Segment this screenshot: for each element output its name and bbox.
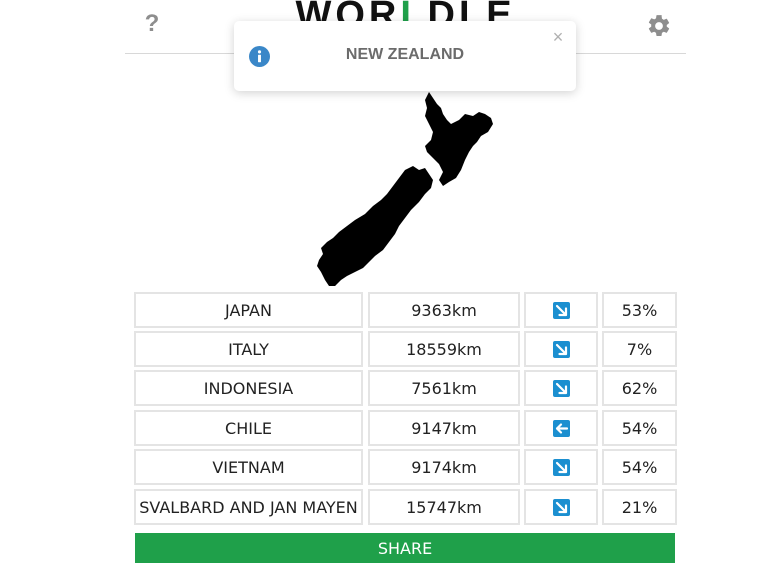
guess-direction xyxy=(524,370,598,406)
direction-arrow-icon xyxy=(552,498,570,516)
guess-country: CHILE xyxy=(134,410,363,446)
direction-arrow-icon xyxy=(552,301,570,319)
guess-proximity: 62% xyxy=(602,370,677,406)
guess-distance: 18559km xyxy=(368,331,520,367)
guess-proximity: 54% xyxy=(602,449,677,485)
guess-country: SVALBARD AND JAN MAYEN xyxy=(134,489,363,525)
guess-country: ITALY xyxy=(134,331,363,367)
guess-country: INDONESIA xyxy=(134,370,363,406)
direction-arrow-icon xyxy=(552,340,570,358)
answer-toast: NEW ZEALAND × xyxy=(234,21,576,91)
direction-arrow-icon xyxy=(552,379,570,397)
guess-direction xyxy=(524,292,598,328)
guess-distance: 9174km xyxy=(368,449,520,485)
guess-distance: 7561km xyxy=(368,370,520,406)
country-silhouette xyxy=(317,92,493,286)
guess-country: VIETNAM xyxy=(134,449,363,485)
direction-arrow-icon xyxy=(552,419,570,437)
guess-distance: 9147km xyxy=(368,410,520,446)
info-icon xyxy=(249,46,270,67)
guess-distance: 15747km xyxy=(368,489,520,525)
direction-arrow-icon xyxy=(552,458,570,476)
guess-distance: 9363km xyxy=(368,292,520,328)
south-island-shape xyxy=(317,166,433,286)
guess-direction xyxy=(524,410,598,446)
guess-direction xyxy=(524,331,598,367)
toast-message: NEW ZEALAND xyxy=(345,46,465,63)
guess-proximity: 54% xyxy=(602,410,677,446)
guess-proximity: 7% xyxy=(602,331,677,367)
north-island-shape xyxy=(425,92,493,186)
guess-direction xyxy=(524,449,598,485)
guess-proximity: 53% xyxy=(602,292,677,328)
guess-proximity: 21% xyxy=(602,489,677,525)
share-button[interactable]: SHARE xyxy=(135,533,675,563)
gear-icon xyxy=(648,15,670,36)
guess-direction xyxy=(524,489,598,525)
close-icon[interactable]: × xyxy=(550,28,566,46)
settings-button[interactable] xyxy=(646,13,672,39)
guess-country: JAPAN xyxy=(134,292,363,328)
